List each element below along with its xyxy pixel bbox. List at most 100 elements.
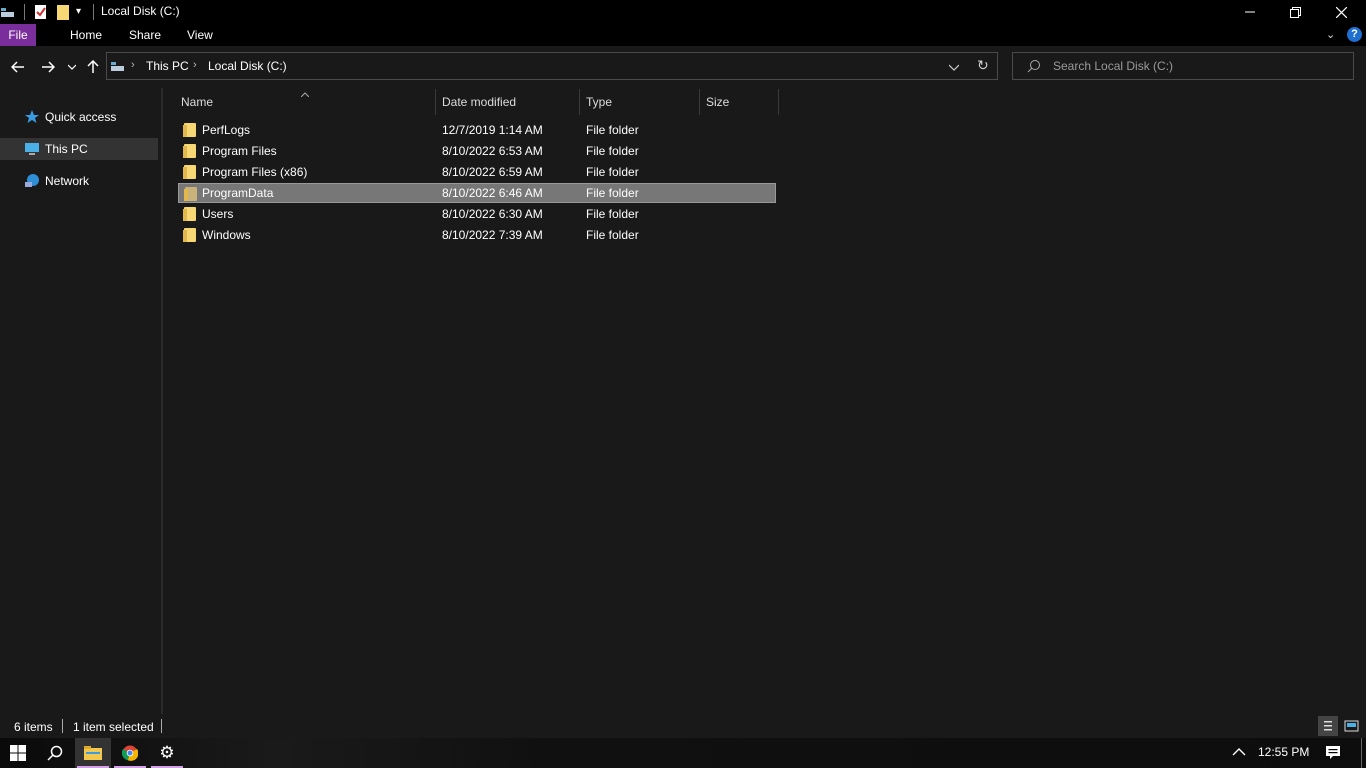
clock[interactable]: 12:55 PM [1258, 745, 1309, 759]
taskbar: ⚙ 12:55 PM [0, 738, 1366, 768]
navigation-bar: › This PC › Local Disk (C:) ↻ Search Loc… [0, 46, 1366, 88]
file-type: File folder [586, 207, 639, 221]
column-header-type[interactable]: Type [586, 95, 612, 115]
sidebar-item-this-pc[interactable]: This PC [0, 138, 158, 160]
address-bar[interactable]: › This PC › Local Disk (C:) ↻ [106, 52, 998, 80]
search-placeholder: Search Local Disk (C:) [1053, 59, 1174, 73]
minimize-button[interactable] [1227, 0, 1273, 24]
forward-button[interactable] [38, 57, 58, 77]
file-row[interactable]: Program Files (x86) 8/10/2022 6:59 AM Fi… [178, 162, 776, 182]
navigation-pane: Quick access This PC Network [0, 88, 161, 714]
chevron-down-icon [948, 64, 960, 71]
column-divider[interactable] [579, 89, 580, 115]
show-hidden-icons-button[interactable] [1232, 746, 1246, 760]
action-center-button[interactable] [1325, 745, 1341, 764]
breadcrumb-local-disk[interactable]: Local Disk (C:) [208, 59, 287, 73]
up-button[interactable] [83, 57, 103, 77]
details-view-icon [1324, 721, 1332, 731]
tab-file[interactable]: File [0, 24, 36, 46]
close-button[interactable] [1318, 0, 1364, 24]
title-bar: ▾ Local Disk (C:) [0, 0, 1366, 24]
drive-icon [0, 4, 16, 20]
file-row-selected[interactable]: ProgramData 8/10/2022 6:46 AM File folde… [178, 183, 776, 203]
divider [161, 719, 162, 733]
file-name: PerfLogs [202, 123, 251, 137]
column-header-name[interactable]: Name [181, 95, 213, 115]
details-view-button[interactable] [1318, 716, 1338, 736]
windows-logo-icon [10, 745, 26, 761]
taskbar-search-button[interactable] [37, 738, 73, 768]
window-title: Local Disk (C:) [101, 4, 180, 18]
column-divider[interactable] [778, 89, 779, 115]
notification-icon [1326, 746, 1340, 759]
chevron-down-icon [68, 64, 76, 70]
search-icon [1027, 59, 1041, 76]
column-header-size[interactable]: Size [706, 95, 729, 115]
close-icon [1335, 6, 1347, 18]
sidebar-item-network[interactable]: Network [0, 170, 158, 192]
file-explorer-icon [84, 746, 102, 760]
file-row[interactable]: Users 8/10/2022 6:30 AM File folder [178, 204, 776, 224]
column-divider[interactable] [435, 89, 436, 115]
breadcrumb-separator: › [193, 59, 197, 71]
column-divider[interactable] [699, 89, 700, 115]
back-button[interactable] [8, 57, 28, 77]
file-date: 8/10/2022 6:59 AM [442, 165, 543, 179]
sort-ascending-icon [300, 86, 310, 100]
large-icons-view-button[interactable] [1342, 716, 1362, 736]
search-box[interactable]: Search Local Disk (C:) [1012, 52, 1354, 80]
sidebar-item-label: Network [45, 174, 90, 188]
tab-home[interactable]: Home [60, 24, 112, 46]
file-type: File folder [586, 165, 639, 179]
show-desktop-button[interactable] [1361, 738, 1362, 768]
file-name: ProgramData [202, 186, 274, 200]
file-date: 8/10/2022 6:30 AM [442, 207, 543, 221]
chevron-up-icon [1232, 748, 1246, 756]
file-date: 8/10/2022 7:39 AM [442, 228, 543, 242]
file-row[interactable]: Program Files 8/10/2022 6:53 AM File fol… [178, 141, 776, 161]
restore-button[interactable] [1272, 0, 1318, 24]
file-date: 8/10/2022 6:53 AM [442, 144, 543, 158]
status-bar: 6 items 1 item selected [0, 714, 1366, 738]
folder-icon [183, 123, 196, 137]
recent-locations-button[interactable] [62, 57, 82, 77]
taskbar-chrome[interactable] [112, 738, 148, 768]
address-history-button[interactable] [948, 61, 960, 75]
folder-icon [183, 165, 196, 179]
breadcrumb-separator: › [131, 59, 135, 71]
file-row[interactable]: Windows 8/10/2022 7:39 AM File folder [178, 225, 776, 245]
breadcrumb-this-pc[interactable]: This PC [146, 59, 189, 73]
file-row[interactable]: PerfLogs 12/7/2019 1:14 AM File folder [178, 120, 776, 140]
restore-icon [1289, 6, 1301, 18]
taskbar-file-explorer[interactable] [75, 738, 111, 768]
forward-arrow-icon [42, 61, 55, 73]
help-icon[interactable]: ? [1347, 27, 1362, 42]
column-header-date-modified[interactable]: Date modified [442, 95, 516, 115]
folder-icon [183, 144, 196, 158]
minimize-icon [1245, 11, 1255, 13]
refresh-icon[interactable]: ↻ [977, 57, 989, 74]
tab-share[interactable]: Share [119, 24, 171, 46]
file-name: Windows [202, 228, 251, 242]
divider [24, 4, 25, 20]
file-type: File folder [586, 186, 639, 200]
taskbar-settings[interactable]: ⚙ [149, 738, 185, 768]
computer-icon [24, 141, 40, 157]
new-folder-icon[interactable] [56, 4, 72, 20]
file-type: File folder [586, 144, 639, 158]
sidebar-item-quick-access[interactable]: Quick access [0, 106, 158, 128]
properties-icon[interactable] [33, 4, 49, 20]
folder-icon [183, 207, 196, 221]
tab-view[interactable]: View [177, 24, 223, 46]
customize-quick-access-icon[interactable]: ▾ [76, 6, 88, 22]
start-button[interactable] [0, 738, 36, 768]
large-icons-view-icon [1344, 720, 1359, 732]
item-count: 6 items [14, 720, 53, 734]
file-type: File folder [586, 228, 639, 242]
star-icon [24, 109, 40, 125]
gear-icon: ⚙ [159, 743, 175, 762]
folder-icon [184, 187, 197, 201]
expand-ribbon-icon[interactable]: ⌄ [1326, 28, 1335, 41]
sidebar-item-label: This PC [45, 142, 88, 156]
file-type: File folder [586, 123, 639, 137]
